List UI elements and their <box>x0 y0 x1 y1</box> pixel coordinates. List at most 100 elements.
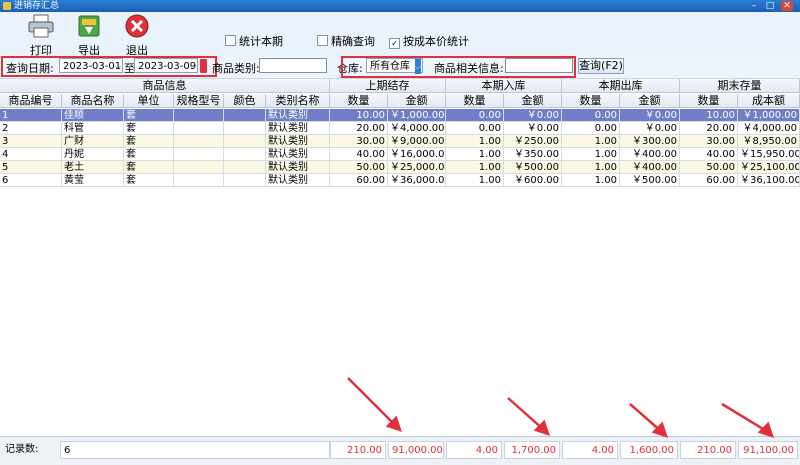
total-cell: 210.00 <box>680 441 736 459</box>
cost-price-checkbox[interactable]: ✓ 按成本价统计 <box>389 35 469 49</box>
table-cell: 套 <box>124 122 174 135</box>
stat-period-checkbox[interactable]: 统计本期 <box>225 35 283 49</box>
table-cell: 4 <box>0 148 62 161</box>
record-count-label: 记录数: <box>5 444 39 455</box>
column-header[interactable]: 商品名称 <box>62 94 124 108</box>
column-header[interactable]: 规格型号 <box>174 94 224 108</box>
table-cell: 60.00 <box>330 174 388 187</box>
table-cell: 1.00 <box>562 174 620 187</box>
exit-button[interactable]: 退出 <box>118 14 156 57</box>
table-cell: ￥25,000.00 <box>388 161 446 174</box>
date-highlight-box <box>1 56 217 77</box>
window-title: 进销存汇总 <box>14 1 60 11</box>
print-button[interactable]: 打印 <box>22 14 60 57</box>
table-cell: 黄莹 <box>62 174 124 187</box>
table-cell: ￥4,000.00 <box>388 122 446 135</box>
column-header[interactable]: 单位 <box>124 94 174 108</box>
category-label: 商品类别: <box>212 62 260 75</box>
minimize-icon[interactable]: – <box>748 1 760 11</box>
table-cell: ￥1,000.00 <box>738 109 800 122</box>
table-cell: ￥4,000.00 <box>738 122 800 135</box>
group-header-1: 上期结存 <box>330 79 446 93</box>
table-cell: 30.00 <box>680 135 738 148</box>
checkbox-box <box>225 35 236 46</box>
table-cell: ￥25,100.00 <box>738 161 800 174</box>
table-cell: 1.00 <box>446 135 504 148</box>
table-cell <box>174 135 224 148</box>
table-row[interactable]: 2 科管套默认类别 20.00 ￥4,000.00 0.00 ￥0.00 0.00 ￥0.00… <box>0 122 800 135</box>
table-cell: 20.00 <box>330 122 388 135</box>
column-header[interactable]: 数量 <box>562 94 620 108</box>
table-row[interactable]: 3 广财套默认类别 30.00 ￥9,000.00 1.00 ￥250.00 1.00 ￥30… <box>0 135 800 148</box>
column-header[interactable]: 数量 <box>330 94 388 108</box>
table-cell: 套 <box>124 135 174 148</box>
export-button[interactable]: 导出 <box>70 14 108 57</box>
annotation-arrows <box>347 377 774 438</box>
table-cell: 5 <box>0 161 62 174</box>
group-header-2: 本期入库 <box>446 79 562 93</box>
table-cell: 0.00 <box>562 109 620 122</box>
table-cell: ￥500.00 <box>620 174 680 187</box>
table-row[interactable]: 6 黄莹套默认类别 60.00 ￥36,000.00 1.00 ￥600.00 1.00 ￥5… <box>0 174 800 187</box>
table-cell: ￥0.00 <box>620 109 680 122</box>
table-cell: 默认类别 <box>266 109 330 122</box>
table-cell: 50.00 <box>330 161 388 174</box>
group-header-3: 本期出库 <box>562 79 680 93</box>
column-header[interactable]: 数量 <box>680 94 738 108</box>
total-cell: 210.00 <box>330 441 386 459</box>
total-cell: 91,100.00 <box>738 441 798 459</box>
table-cell <box>174 109 224 122</box>
total-cell: 1,700.00 <box>504 441 560 459</box>
table-cell: 2 <box>0 122 62 135</box>
table-row[interactable]: 4 丹妮套默认类别 40.00 ￥16,000.00 1.00 ￥350.00 1.00 ￥4… <box>0 148 800 161</box>
column-header[interactable]: 金额 <box>504 94 562 108</box>
table-cell <box>224 122 266 135</box>
column-header[interactable]: 商品编号 <box>0 94 62 108</box>
table-column-header: 商品编号 商品名称 单位 规格型号 颜色 类别名称 数量 金额 数量 金额 数量 金额 数量 成本额 <box>0 94 800 108</box>
export-icon <box>78 15 100 37</box>
column-header[interactable]: 金额 <box>620 94 680 108</box>
maximize-icon[interactable]: □ <box>764 1 776 11</box>
table-cell: 3 <box>0 135 62 148</box>
table-cell: ￥1,000.00 <box>388 109 446 122</box>
table-cell: 套 <box>124 174 174 187</box>
table-cell: 1.00 <box>562 161 620 174</box>
table-cell: 套 <box>124 161 174 174</box>
table-group-header: 商品信息 上期结存 本期入库 本期出库 期末存量 <box>0 79 800 93</box>
table-cell: 1.00 <box>562 148 620 161</box>
table-cell: ￥500.00 <box>504 161 562 174</box>
table-cell: ￥350.00 <box>504 148 562 161</box>
table-cell <box>174 161 224 174</box>
record-count-value: 6 <box>60 441 330 459</box>
table-cell: 50.00 <box>680 161 738 174</box>
table-cell: ￥8,950.00 <box>738 135 800 148</box>
table-cell: 40.00 <box>680 148 738 161</box>
table-row[interactable]: 5 老土套默认类别 50.00 ￥25,000.00 1.00 ￥500.00 1.00 ￥4… <box>0 161 800 174</box>
table-cell: 1.00 <box>446 148 504 161</box>
column-header[interactable]: 金额 <box>388 94 446 108</box>
column-header[interactable]: 成本额 <box>738 94 800 108</box>
column-header[interactable]: 数量 <box>446 94 504 108</box>
table-cell <box>174 122 224 135</box>
table-cell: 广财 <box>62 135 124 148</box>
table-cell: ￥250.00 <box>504 135 562 148</box>
exact-query-checkbox[interactable]: 精确查询 <box>317 35 375 49</box>
table-cell <box>224 148 266 161</box>
table-cell: ￥0.00 <box>504 122 562 135</box>
table-cell: ￥36,000.00 <box>388 174 446 187</box>
column-header[interactable]: 类别名称 <box>266 94 330 108</box>
close-icon[interactable]: ✕ <box>781 1 793 11</box>
table-cell: ￥400.00 <box>620 148 680 161</box>
table-row[interactable]: 1 佳顺套默认类别 10.00 ￥1,000.00 0.00 ￥0.00 0.00 ￥0.00… <box>0 109 800 122</box>
printer-icon <box>28 14 54 38</box>
query-button[interactable]: 查询(F2) <box>578 58 624 74</box>
table-cell: 默认类别 <box>266 148 330 161</box>
total-cell: 91,000.00 <box>388 441 444 459</box>
table-cell: 0.00 <box>446 109 504 122</box>
table-cell: 套 <box>124 148 174 161</box>
table-cell <box>224 135 266 148</box>
table-cell: ￥600.00 <box>504 174 562 187</box>
column-header[interactable]: 颜色 <box>224 94 266 108</box>
category-input[interactable] <box>259 58 327 73</box>
table-cell: 10.00 <box>330 109 388 122</box>
